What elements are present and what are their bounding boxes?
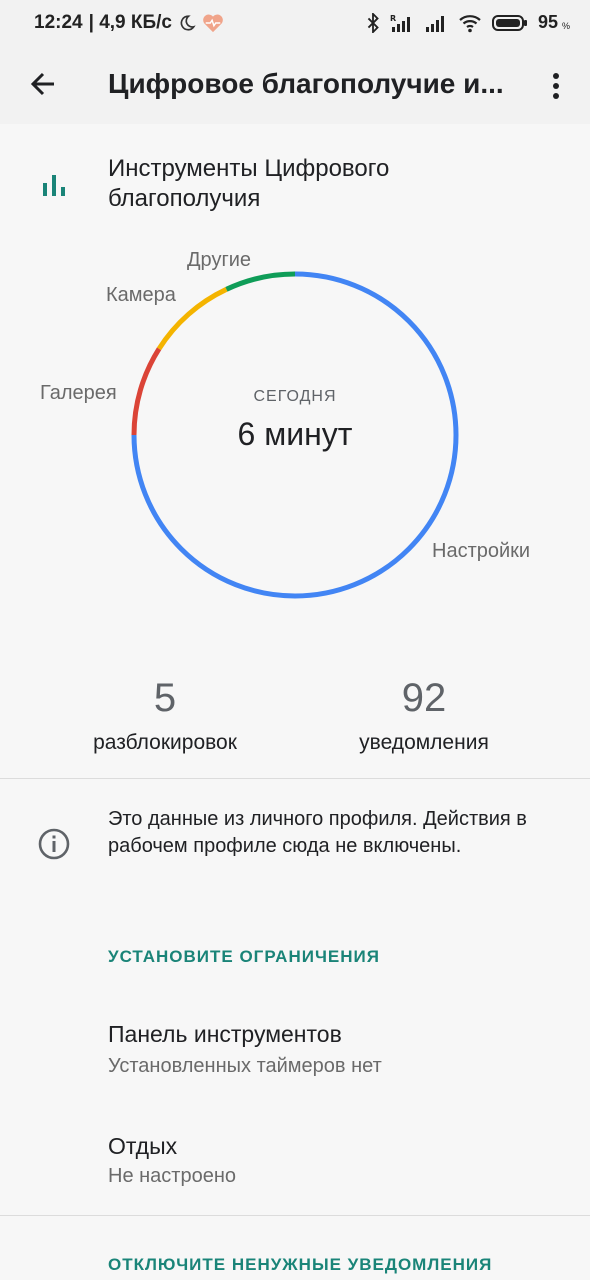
donut-segment-other: [225, 271, 296, 292]
chart-label-camera: Камера: [106, 284, 176, 306]
notifications-stat[interactable]: 92 уведомления: [304, 675, 544, 755]
usage-donut-chart[interactable]: Настройки Галерея Камера Другие СЕГОДНЯ …: [0, 240, 590, 620]
dashboard-item[interactable]: Панель инструментов Установленных таймер…: [0, 1005, 590, 1095]
dashboard-title: Панель инструментов: [108, 1021, 342, 1047]
app-bar: Цифровое благополучие и...: [0, 46, 590, 124]
chart-today-caption: СЕГОДНЯ: [253, 388, 337, 405]
chart-label-settings: Настройки: [432, 540, 531, 562]
signal-icon: [425, 15, 444, 32]
bluetooth-icon: [367, 12, 379, 33]
battery-unit: %: [561, 20, 570, 31]
clock: 12:24: [34, 12, 83, 33]
rest-title: Отдых: [108, 1133, 178, 1159]
limits-section-heading: УСТАНОВИТЕ ОГРАНИЧЕНИЯ: [108, 947, 380, 966]
chart-label-other: Другие: [187, 249, 252, 271]
rest-subtitle: Не настроено: [108, 1165, 236, 1187]
bar-chart-icon: [43, 175, 65, 196]
battery-icon: [491, 14, 527, 31]
heart-icon: [203, 14, 223, 33]
back-button[interactable]: [24, 64, 64, 104]
svg-text:R: R: [390, 14, 396, 23]
wifi-icon: [459, 14, 481, 32]
divider: [0, 778, 590, 779]
signal-roaming-icon: R: [390, 14, 410, 32]
chart-total-time: 6 минут: [237, 416, 353, 452]
unlocks-count: 5: [153, 676, 177, 720]
rest-item[interactable]: Отдых Не настроено: [0, 1117, 590, 1207]
network-speed: | 4,9 КБ/с: [88, 12, 172, 33]
tools-header[interactable]: Инструменты Цифрового благополучия: [0, 152, 590, 222]
moon-icon: [180, 15, 196, 31]
notifications-label: уведомления: [359, 731, 489, 754]
page-title: Цифровое благополучие и...: [108, 68, 504, 99]
more-options-button[interactable]: [540, 66, 572, 106]
notifications-section-heading: ОТКЛЮЧИТЕ НЕНУЖНЫЕ УВЕДОМЛЕНИЯ: [108, 1255, 493, 1274]
unlocks-label: разблокировок: [93, 731, 237, 754]
battery-level: 95: [537, 12, 558, 32]
tools-header-text: Инструменты Цифрового благополучия: [108, 155, 390, 212]
notifications-count: 92: [401, 676, 447, 720]
unlocks-stat[interactable]: 5 разблокировок: [45, 675, 285, 755]
profile-info-text: Это данные из личного профиля. Действия …: [108, 808, 527, 857]
status-right: R 95 %: [366, 12, 570, 33]
arrow-back-icon: [30, 72, 54, 96]
info-icon: [38, 828, 70, 860]
status-left: 12:24 | 4,9 КБ/с: [34, 12, 224, 34]
chart-label-gallery: Галерея: [40, 382, 117, 404]
status-bar: 12:24 | 4,9 КБ/с R 95 %: [0, 0, 590, 46]
more-vert-icon: [553, 73, 559, 99]
dashboard-subtitle: Установленных таймеров нет: [108, 1055, 382, 1077]
divider: [0, 1215, 590, 1216]
